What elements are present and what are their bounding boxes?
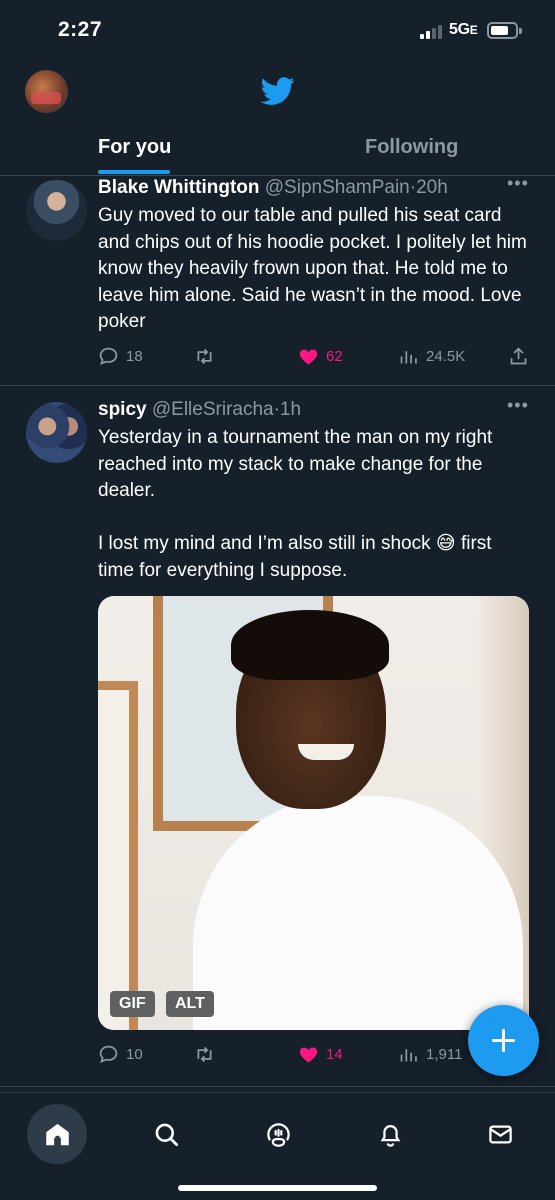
share-icon	[510, 346, 527, 364]
status-bar: 2:27 5GE	[0, 0, 555, 62]
tweet-text: Guy moved to our table and pulled his se…	[98, 205, 527, 332]
status-time: 2:27	[58, 18, 103, 41]
plus-icon	[491, 1028, 516, 1053]
alt-text-badge[interactable]: ALT	[166, 991, 214, 1017]
battery-icon	[487, 22, 522, 39]
spaces-icon	[267, 1123, 290, 1147]
network-indicator: 5GE	[449, 21, 478, 38]
nav-search[interactable]	[136, 1104, 196, 1164]
reply-button[interactable]: 10	[98, 1042, 143, 1066]
tab-for-you[interactable]: For you	[98, 136, 171, 159]
person-shirt	[193, 796, 523, 1030]
view-count: 24.5K	[426, 347, 466, 365]
person-hair	[231, 610, 389, 680]
notifications-icon	[380, 1125, 401, 1147]
share-button[interactable]	[508, 344, 529, 368]
timeline-header: For you Following	[0, 62, 555, 176]
reply-count: 10	[126, 1045, 143, 1063]
nav-spaces[interactable]	[248, 1104, 308, 1164]
signal-strength-icon	[420, 23, 446, 39]
tweet-header: Blake Whittington @SipnShamPain·20h	[98, 177, 448, 199]
avatar[interactable]	[26, 180, 87, 241]
home-icon	[46, 1123, 69, 1146]
tweet[interactable]: spicy @ElleSriracha·1h ••• Yesterday in …	[0, 387, 555, 1087]
timestamp: 1h	[279, 399, 302, 420]
nav-messages[interactable]	[470, 1104, 530, 1164]
bottom-navigation	[0, 1092, 555, 1200]
tweet[interactable]: Blake Whittington @SipnShamPain·20h ••• …	[0, 173, 555, 386]
views-icon	[400, 350, 417, 363]
retweet-button[interactable]	[194, 1042, 222, 1066]
like-count: 14	[326, 1045, 343, 1063]
display-name[interactable]: Blake Whittington	[98, 177, 259, 198]
retweet-button[interactable]	[194, 344, 222, 368]
like-button[interactable]: 14	[298, 1042, 343, 1066]
avatar[interactable]	[26, 402, 87, 463]
tweet-actions: 18 62 24.5K	[98, 344, 530, 368]
person-smile	[298, 744, 354, 760]
home-indicator	[178, 1185, 377, 1191]
more-options-icon[interactable]: •••	[507, 395, 529, 416]
twitter-bird-icon[interactable]	[258, 74, 298, 108]
reply-icon	[99, 347, 118, 365]
tweet-media-gif[interactable]: GIF ALT	[98, 596, 529, 1030]
nav-notifications[interactable]	[360, 1104, 420, 1164]
active-tab-indicator	[98, 170, 170, 174]
views-button[interactable]: 24.5K	[398, 344, 465, 368]
view-count: 1,911	[426, 1045, 463, 1063]
reply-button[interactable]: 18	[98, 344, 143, 368]
like-count: 62	[326, 347, 343, 365]
tweet-actions: 10 14 1,911	[98, 1042, 530, 1066]
gif-badge: GIF	[110, 991, 155, 1017]
heart-filled-icon	[299, 349, 318, 364]
tweet-text: Yesterday in a tournament the man on my …	[98, 427, 493, 581]
door-frame	[98, 681, 138, 1030]
views-button[interactable]: 1,911	[398, 1042, 462, 1066]
heart-filled-icon	[299, 1047, 318, 1062]
timestamp: 20h	[416, 177, 448, 198]
like-button[interactable]: 62	[298, 344, 343, 368]
reply-icon	[99, 1045, 118, 1063]
reply-count: 18	[126, 347, 143, 365]
display-name[interactable]: spicy	[98, 399, 147, 420]
compose-tweet-button[interactable]	[468, 1005, 539, 1076]
search-icon	[155, 1123, 179, 1147]
handle[interactable]: @ElleSriracha	[152, 399, 274, 420]
retweet-icon	[197, 348, 212, 364]
nav-home[interactable]	[27, 1104, 87, 1164]
profile-avatar[interactable]	[25, 70, 68, 113]
messages-icon	[489, 1125, 512, 1144]
tweet-header: spicy @ElleSriracha·1h	[98, 399, 301, 421]
more-options-icon[interactable]: •••	[507, 173, 529, 194]
retweet-icon	[197, 1046, 212, 1062]
views-icon	[400, 1048, 417, 1061]
tab-following[interactable]: Following	[365, 136, 458, 159]
handle[interactable]: @SipnShamPain	[265, 177, 410, 198]
